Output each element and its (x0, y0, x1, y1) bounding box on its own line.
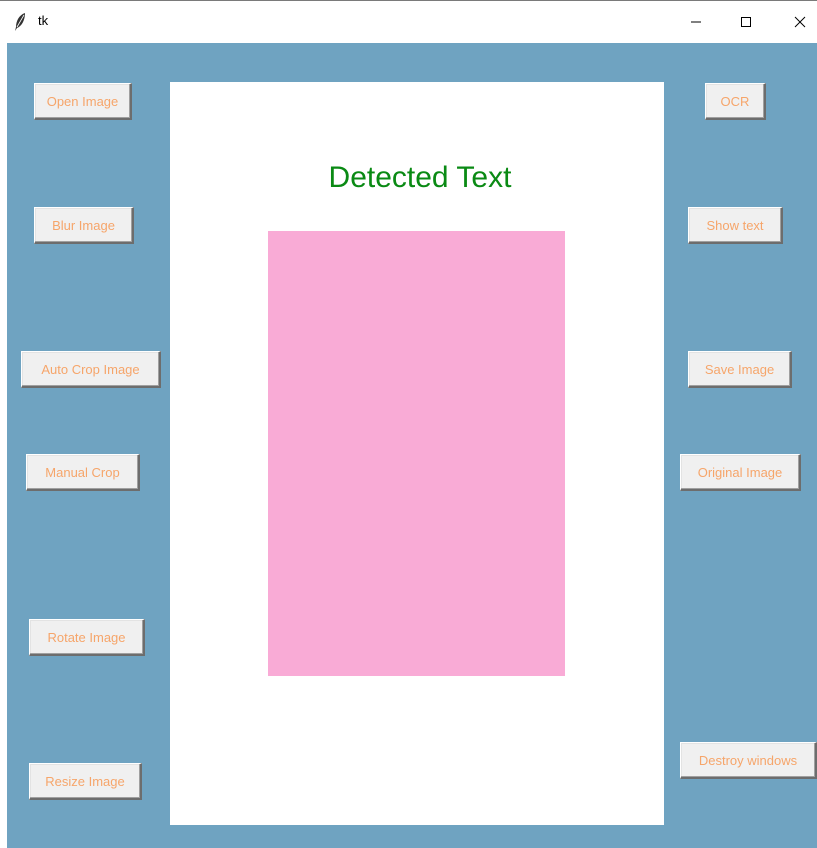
maximize-button[interactable] (723, 1, 769, 43)
minimize-button[interactable] (673, 1, 719, 43)
minimize-icon (691, 21, 701, 23)
close-button[interactable] (777, 1, 817, 43)
show-text-button[interactable]: Show text (688, 207, 783, 244)
window-title: tk (38, 13, 49, 28)
title-bar: tk (0, 0, 817, 42)
blur-image-button[interactable]: Blur Image (34, 207, 134, 244)
open-image-button[interactable]: Open Image (34, 83, 132, 120)
close-icon (794, 16, 806, 28)
original-image-button[interactable]: Original Image (680, 454, 801, 491)
maximize-icon (741, 17, 751, 27)
destroy-windows-button[interactable]: Destroy windows (680, 742, 817, 779)
detected-text-label: Detected Text (328, 161, 512, 194)
manual-crop-button[interactable]: Manual Crop (26, 454, 140, 491)
app-window: tk Detected Text Open Image Blur Image A… (0, 0, 817, 848)
resize-image-button[interactable]: Resize Image (29, 763, 142, 800)
save-image-button[interactable]: Save Image (688, 351, 792, 388)
feather-icon (13, 12, 27, 32)
rotate-image-button[interactable]: Rotate Image (29, 619, 145, 656)
image-preview (268, 231, 565, 676)
ocr-button[interactable]: OCR (705, 83, 766, 120)
auto-crop-image-button[interactable]: Auto Crop Image (21, 351, 161, 388)
